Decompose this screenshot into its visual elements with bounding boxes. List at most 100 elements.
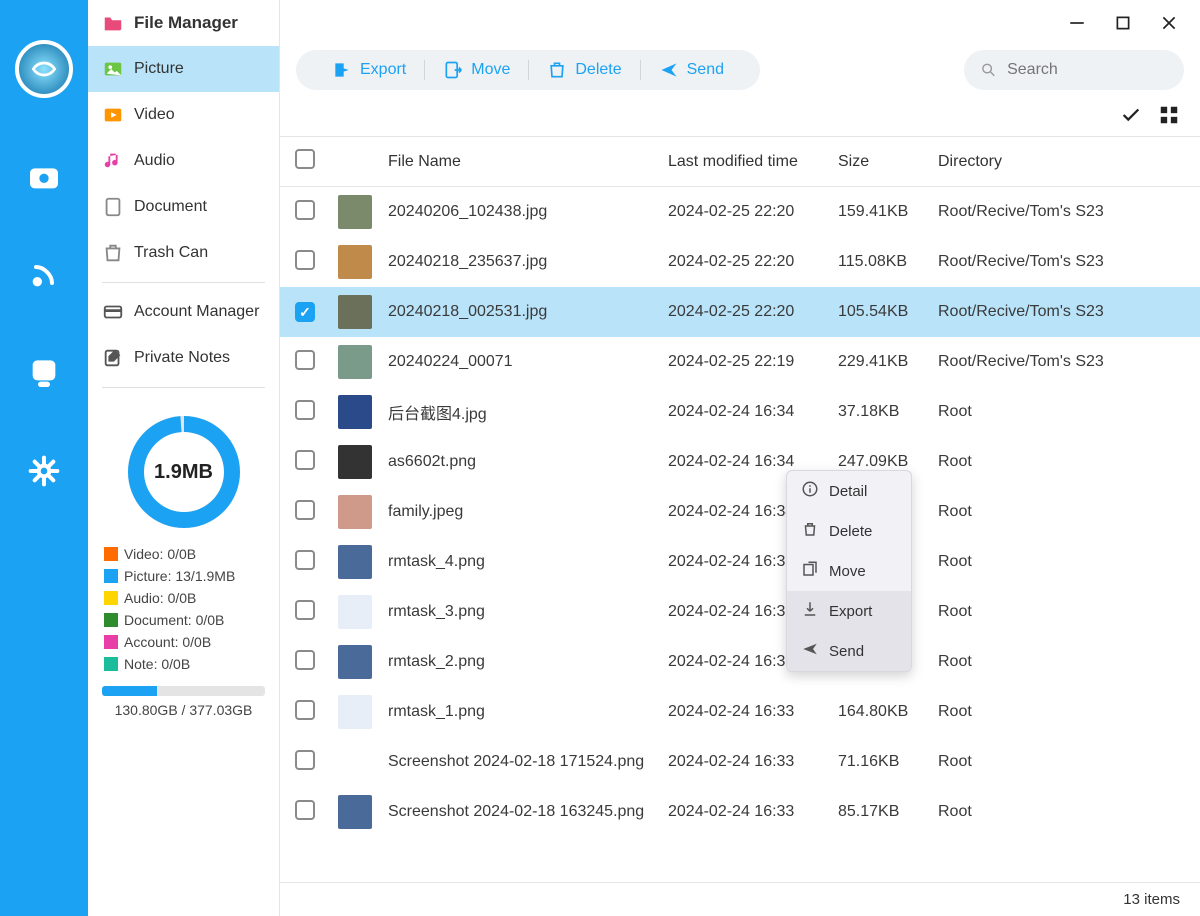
row-checkbox[interactable]: [295, 650, 315, 670]
delete-button[interactable]: Delete: [528, 60, 639, 80]
legend-row: Document: 0/0B: [104, 612, 263, 628]
sidebar-item-trash-can[interactable]: Trash Can: [88, 230, 279, 276]
row-checkbox[interactable]: [295, 700, 315, 720]
file-size-cell: 115.08KB: [830, 237, 930, 287]
sidebar-item-picture[interactable]: Picture: [88, 46, 279, 92]
toolbar: Export Move Delete Send: [280, 46, 1200, 102]
row-checkbox[interactable]: [295, 302, 315, 322]
file-manager-label: File Manager: [134, 13, 238, 33]
file-manager-header[interactable]: File Manager: [88, 0, 279, 46]
window-maximize-button[interactable]: [1114, 14, 1132, 32]
table-row[interactable]: 20240206_102438.jpg2024-02-25 22:20159.4…: [280, 187, 1200, 238]
row-checkbox[interactable]: [295, 750, 315, 770]
storage-bar: [102, 686, 265, 696]
file-thumbnail: [338, 245, 372, 279]
row-checkbox[interactable]: [295, 500, 315, 520]
table-row[interactable]: rmtask_3.png2024-02-24 16:33168.58KBRoot: [280, 587, 1200, 637]
legend-swatch: [104, 569, 118, 583]
send-button[interactable]: Send: [640, 60, 742, 80]
table-row[interactable]: rmtask_1.png2024-02-24 16:33164.80KBRoot: [280, 687, 1200, 737]
window-close-button[interactable]: [1160, 14, 1178, 32]
row-checkbox[interactable]: [295, 350, 315, 370]
file-date-cell: 2024-02-24 16:33: [660, 787, 830, 837]
col-size[interactable]: Size: [830, 137, 930, 187]
folder-icon: [102, 12, 124, 34]
trash can-icon: [102, 242, 124, 264]
file-name-cell: rmtask_4.png: [380, 537, 660, 587]
file-dir-cell: Root: [930, 587, 1200, 637]
file-name-cell: 20240206_102438.jpg: [380, 187, 660, 238]
sidebar-item-label: Video: [134, 106, 175, 124]
table-row[interactable]: as6602t.png2024-02-24 16:34247.09KBRoot: [280, 437, 1200, 487]
table-row[interactable]: 20240218_235637.jpg2024-02-25 22:20115.0…: [280, 237, 1200, 287]
select-all-checkbox[interactable]: [295, 149, 315, 169]
window-minimize-button[interactable]: [1068, 14, 1086, 32]
context-menu-detail[interactable]: Detail: [787, 471, 911, 511]
select-all-button[interactable]: [1120, 104, 1142, 126]
table-row[interactable]: rmtask_4.png2024-02-24 16:33155.89KBRoot: [280, 537, 1200, 587]
file-thumbnail: [338, 795, 372, 829]
camera-icon[interactable]: [25, 158, 63, 196]
table-row[interactable]: rmtask_2.png2024-02-24 16:33144.40KBRoot: [280, 637, 1200, 687]
file-dir-cell: Root/Recive/Tom's S23: [930, 337, 1200, 387]
search-input[interactable]: [1007, 61, 1168, 79]
toolbar-actions: Export Move Delete Send: [296, 50, 760, 90]
file-thumbnail: [338, 745, 372, 779]
sidebar-item-audio[interactable]: Audio: [88, 138, 279, 184]
file-dir-cell: Root: [930, 487, 1200, 537]
private-notes-label: Private Notes: [134, 349, 230, 367]
table-row[interactable]: 后台截图4.jpg2024-02-24 16:3437.18KBRoot: [280, 387, 1200, 437]
file-dir-cell: Root: [930, 437, 1200, 487]
file-name-cell: 后台截图4.jpg: [380, 387, 660, 437]
row-checkbox[interactable]: [295, 400, 315, 420]
row-checkbox[interactable]: [295, 250, 315, 270]
legend-row: Account: 0/0B: [104, 634, 263, 650]
file-thumbnail: [338, 645, 372, 679]
col-date[interactable]: Last modified time: [660, 137, 830, 187]
row-checkbox[interactable]: [295, 450, 315, 470]
grid-view-button[interactable]: [1158, 104, 1180, 126]
trash-icon: [801, 520, 819, 542]
table-row[interactable]: family.jpeg2024-02-24 16:34242.22KBRoot: [280, 487, 1200, 537]
table-row[interactable]: 20240218_002531.jpg2024-02-25 22:20105.5…: [280, 287, 1200, 337]
context-menu-delete[interactable]: Delete: [787, 511, 911, 551]
move-button[interactable]: Move: [424, 60, 528, 80]
private-notes-item[interactable]: Private Notes: [88, 335, 279, 381]
export-label: Export: [360, 61, 406, 79]
legend-swatch: [104, 635, 118, 649]
sidebar-item-label: Audio: [134, 152, 175, 170]
context-menu-move[interactable]: Move: [787, 551, 911, 591]
context-menu-export[interactable]: Export: [787, 591, 911, 631]
export-button[interactable]: Export: [314, 60, 424, 80]
row-checkbox[interactable]: [295, 200, 315, 220]
search-box[interactable]: [964, 50, 1184, 90]
context-menu-send[interactable]: Send: [787, 631, 911, 671]
storage-panel: 1.9MB Video: 0/0BPicture: 13/1.9MBAudio:…: [88, 394, 279, 726]
account-manager-item[interactable]: Account Manager: [88, 289, 279, 335]
row-checkbox[interactable]: [295, 800, 315, 820]
row-checkbox[interactable]: [295, 550, 315, 570]
sidebar: File Manager Picture Video Audio DocumentTr…: [88, 0, 280, 916]
file-date-cell: 2024-02-24 16:34: [660, 387, 830, 437]
satellite-icon[interactable]: [25, 256, 63, 294]
storage-ring-label: 1.9MB: [124, 412, 244, 532]
settings-gear-icon[interactable]: [25, 452, 63, 490]
device-icon[interactable]: [25, 354, 63, 392]
table-row[interactable]: 20240224_000712024-02-25 22:19229.41KBRo…: [280, 337, 1200, 387]
row-checkbox[interactable]: [295, 600, 315, 620]
file-table: File Name Last modified time Size Direct…: [280, 136, 1200, 837]
legend-swatch: [104, 547, 118, 561]
file-name-cell: as6602t.png: [380, 437, 660, 487]
sidebar-item-video[interactable]: Video: [88, 92, 279, 138]
table-row[interactable]: Screenshot 2024-02-18 171524.png2024-02-…: [280, 737, 1200, 787]
col-name[interactable]: File Name: [380, 137, 660, 187]
table-row[interactable]: Screenshot 2024-02-18 163245.png2024-02-…: [280, 787, 1200, 837]
sidebar-item-document[interactable]: Document: [88, 184, 279, 230]
status-bar: 13 items: [280, 882, 1200, 916]
send-label: Send: [687, 61, 724, 79]
legend-text: Document: 0/0B: [124, 612, 224, 628]
app-logo-icon[interactable]: [15, 40, 73, 98]
col-dir[interactable]: Directory: [930, 137, 1200, 187]
storage-legend: Video: 0/0BPicture: 13/1.9MBAudio: 0/0BD…: [102, 546, 265, 672]
file-thumbnail: [338, 445, 372, 479]
